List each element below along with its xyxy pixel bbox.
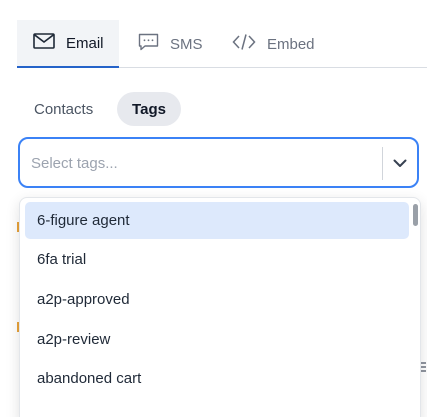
mail-icon	[33, 33, 55, 53]
select-divider	[382, 147, 383, 180]
tab-email-label: Email	[66, 34, 104, 52]
tag-option[interactable]: abandoned cart	[25, 360, 409, 397]
segment-tags-label: Tags	[132, 100, 166, 118]
tag-option-label: 6-figure agent	[37, 212, 130, 229]
tag-search-input[interactable]	[31, 151, 371, 175]
tag-option[interactable]: a2p-approved	[25, 281, 409, 318]
share-tabs: Email SMS Embed	[17, 20, 427, 68]
tag-select[interactable]	[18, 137, 419, 188]
tag-option-label: 6fa trial	[37, 251, 87, 268]
tag-option-label: abandoned cart	[37, 370, 142, 387]
tag-option[interactable]: 6fa trial	[25, 241, 409, 278]
tab-embed[interactable]: Embed	[232, 20, 315, 68]
chat-bubble-icon	[138, 33, 159, 55]
tag-option[interactable]: 6-figure agent	[25, 202, 409, 239]
segment-tags[interactable]: Tags	[117, 92, 181, 126]
code-icon	[232, 33, 256, 55]
tag-option-label: a2p-review	[37, 331, 111, 348]
segment-contacts[interactable]: Contacts	[18, 92, 109, 126]
chevron-down-icon[interactable]	[390, 153, 410, 173]
tab-email[interactable]: Email	[17, 20, 119, 68]
tag-option-label: a2p-approved	[37, 291, 130, 308]
tab-sms-label: SMS	[170, 35, 203, 53]
tag-dropdown: 6-figure agent 6fa trial a2p-approved a2…	[19, 197, 421, 417]
dropdown-scrollbar[interactable]	[413, 202, 419, 417]
tab-sms[interactable]: SMS	[138, 20, 203, 68]
tab-embed-label: Embed	[267, 35, 315, 53]
segment-contacts-label: Contacts	[34, 100, 94, 118]
scrollbar-thumb[interactable]	[413, 204, 418, 226]
tag-option[interactable]: a2p-review	[25, 321, 409, 358]
